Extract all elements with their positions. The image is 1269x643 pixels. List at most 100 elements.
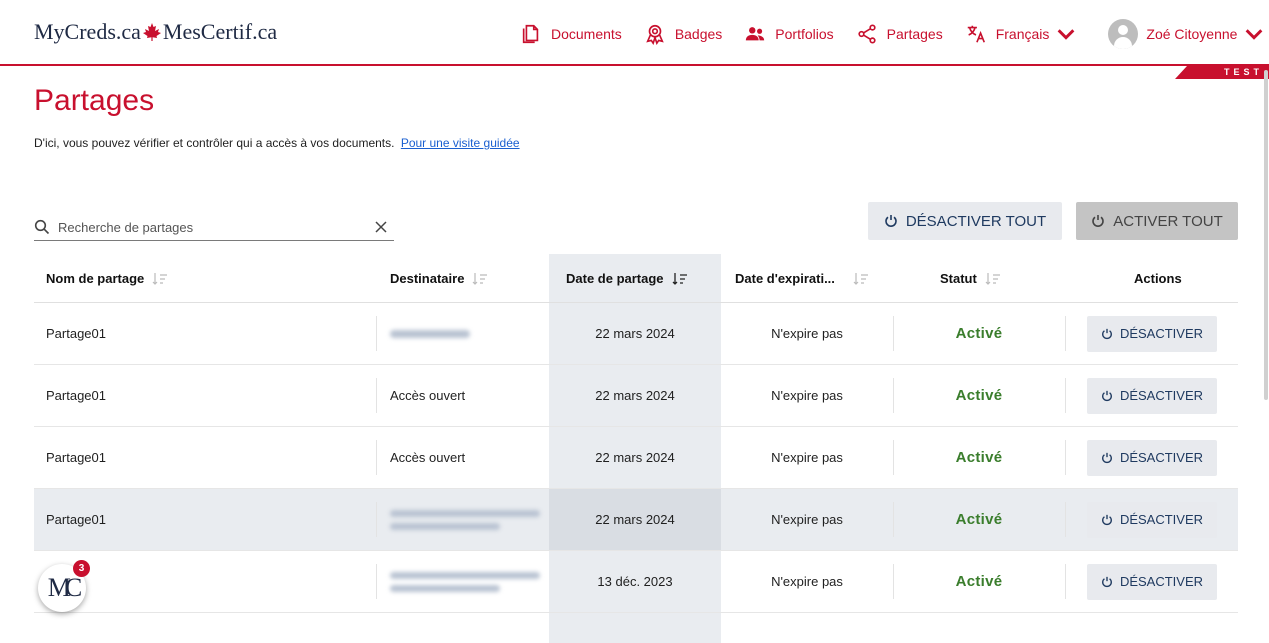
column-divider (1065, 440, 1066, 475)
badge-icon (646, 24, 664, 45)
sort-icon (853, 272, 868, 285)
column-divider (1065, 564, 1066, 599)
power-icon (1102, 390, 1112, 401)
maple-leaf-icon (142, 23, 161, 41)
assistant-logo: MC (47, 573, 83, 602)
share-date: 22 mars 2024 (595, 326, 675, 341)
share-date-cell: 22 mars 2024 (549, 303, 721, 364)
search-input[interactable] (58, 219, 374, 235)
deactivate-label: DÉSACTIVER (1119, 326, 1204, 341)
people-icon (746, 27, 765, 41)
table-header: Nom de partage Destinataire Date de part… (34, 254, 1238, 303)
column-divider (376, 378, 377, 413)
deactivate-label: DÉSACTIVER (1119, 574, 1204, 589)
user-menu[interactable]: Zoé Citoyenne (1108, 19, 1269, 49)
nav-portfolios[interactable]: Portfolios (744, 23, 834, 45)
recipient-cell: Accès ouvert (390, 427, 465, 488)
action-cell: DÉSACTIVER (1087, 427, 1217, 488)
share-name: Partage01 (46, 388, 106, 403)
recipient-cell (390, 551, 540, 612)
column-divider (1065, 378, 1066, 413)
col-header-recipient[interactable]: Destinataire (390, 254, 488, 303)
status-badge: Activé (955, 511, 1003, 528)
deactivate-button[interactable]: DÉSACTIVER (1087, 501, 1217, 538)
expiry-date: N'expire pas (771, 574, 843, 589)
redacted-recipient (390, 571, 540, 592)
share-icon (858, 24, 876, 44)
share-date: 22 mars 2024 (595, 388, 675, 403)
translate-icon (967, 25, 985, 43)
col-header-name-label: Nom de partage (46, 271, 145, 286)
sort-icon (985, 272, 1000, 285)
deactivate-button[interactable]: DÉSACTIVER (1087, 315, 1217, 352)
deactivate-all-button[interactable]: DÉSACTIVER TOUT (868, 202, 1062, 240)
close-icon[interactable] (374, 220, 388, 234)
deactivate-button[interactable]: DÉSACTIVER (1087, 377, 1217, 414)
scrollbar[interactable] (1264, 70, 1268, 400)
documents-icon (522, 24, 539, 44)
col-header-expiry-label: Date d'expirati... (735, 271, 835, 286)
table-row: e001 13 déc. 2023 N'expire pas Activé DÉ… (34, 551, 1238, 613)
column-divider (376, 316, 377, 351)
redacted-recipient (390, 329, 470, 338)
status-badge: Activé (955, 325, 1003, 342)
col-header-date[interactable]: Date de partage (566, 254, 688, 303)
action-cell: DÉSACTIVER (1087, 551, 1217, 612)
logo-text-fr: MesCertif.ca (162, 19, 278, 44)
expiry-cell: N'expire pas (721, 303, 893, 364)
expiry-cell: N'expire pas (721, 489, 893, 550)
col-header-date-label: Date de partage (566, 271, 664, 286)
logo-text-en: MyCreds.ca (34, 19, 141, 44)
share-name-cell: Partage01 (46, 365, 106, 426)
share-name-cell: Partage01 (46, 303, 106, 364)
nav-partages[interactable]: Partages (856, 23, 943, 45)
sort-icon (152, 272, 168, 285)
user-name: Zoé Citoyenne (1146, 26, 1238, 42)
deactivate-button[interactable]: DÉSACTIVER (1087, 439, 1217, 476)
power-icon (1092, 215, 1105, 227)
table-row: Partage01 Accès ouvert 22 mars 2024 N'ex… (34, 427, 1238, 489)
power-icon (1102, 514, 1112, 525)
col-header-status[interactable]: Statut (940, 254, 1001, 303)
deactivate-button[interactable]: DÉSACTIVER (1087, 563, 1217, 600)
col-header-name[interactable]: Nom de partage (46, 254, 168, 303)
status-cell: Activé (893, 489, 1065, 550)
nav-portfolios-label: Portfolios (775, 26, 834, 42)
status-badge: Activé (955, 449, 1003, 466)
expiry-date: N'expire pas (771, 512, 843, 527)
recipient: Accès ouvert (390, 450, 466, 465)
expiry-date: N'expire pas (771, 450, 843, 465)
activate-all-button[interactable]: ACTIVER TOUT (1076, 202, 1238, 240)
redacted-recipient (390, 509, 540, 530)
column-divider (1065, 316, 1066, 351)
mycreds-assistant-button[interactable]: MC 3 (38, 560, 90, 612)
share-date-cell: 13 déc. 2023 (549, 551, 721, 612)
col-header-actions-label: Actions (1134, 271, 1182, 286)
nav-badges[interactable]: Badges (644, 23, 722, 45)
deactivate-label: DÉSACTIVER (1119, 388, 1204, 403)
share-name: Partage01 (46, 326, 106, 341)
nav-badges-label: Badges (674, 26, 723, 42)
col-header-status-label: Statut (940, 271, 977, 286)
language-label: Français (995, 26, 1050, 42)
power-icon (885, 215, 897, 227)
guided-tour-link[interactable]: Pour une visite guidée (401, 136, 520, 150)
page-description: D'ici, vous pouvez vérifier et contrôler… (34, 136, 520, 150)
col-header-expiry[interactable]: Date d'expirati... (735, 254, 869, 303)
expiry-cell: N'expire pas (721, 427, 893, 488)
brand-logo[interactable]: MyCreds.ca MesCertif.ca (34, 19, 277, 45)
share-date: 22 mars 2024 (595, 512, 675, 527)
activate-all-label: ACTIVER TOUT (1113, 212, 1223, 230)
share-date-cell: 22 mars 2024 (549, 489, 721, 550)
language-selector[interactable]: Français (965, 23, 1087, 45)
deactivate-all-label: DÉSACTIVER TOUT (905, 212, 1047, 230)
power-icon (1102, 452, 1112, 463)
share-name-cell: Partage01 (46, 427, 106, 488)
expiry-cell: N'expire pas (721, 365, 893, 426)
status-badge: Activé (955, 573, 1003, 590)
sort-descending-icon (672, 272, 687, 285)
search-icon (34, 219, 50, 235)
power-icon (1102, 576, 1112, 587)
table-body: Partage01 22 mars 2024 N'expire pas Acti… (34, 303, 1238, 613)
nav-documents[interactable]: Documents (520, 23, 622, 45)
